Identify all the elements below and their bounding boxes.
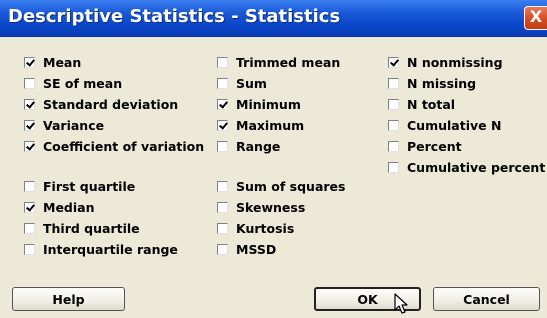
checkbox-label: Trimmed mean — [236, 54, 341, 70]
checkbox-box[interactable] — [217, 201, 228, 213]
mouse-pointer-icon — [394, 293, 408, 314]
checkbox-box[interactable] — [24, 56, 35, 68]
checkbox-box[interactable] — [217, 98, 228, 110]
checkbox-label: Range — [236, 138, 281, 154]
dialog-client-area: Mean SE of mean Standard deviation Varia… — [0, 37, 547, 318]
checkbox-label: Median — [43, 199, 95, 215]
close-button[interactable]: X — [524, 6, 547, 30]
checkbox-label: Sum — [236, 75, 267, 91]
checkbox-box[interactable] — [388, 98, 399, 110]
checkbox-range[interactable]: Range — [217, 138, 280, 154]
checkbox-label: N total — [407, 96, 456, 112]
cancel-button[interactable]: Cancel — [433, 287, 540, 311]
checkbox-se-of-mean[interactable]: SE of mean — [24, 75, 122, 91]
checkbox-mssd[interactable]: MSSD — [217, 241, 276, 257]
checkbox-box[interactable] — [388, 119, 399, 131]
checkbox-box[interactable] — [217, 222, 228, 234]
checkbox-maximum[interactable]: Maximum — [217, 117, 304, 133]
checkbox-coefficient-of-variation[interactable]: Coefficient of variation — [24, 138, 204, 154]
checkbox-mean[interactable]: Mean — [24, 54, 81, 70]
checkbox-label: Third quartile — [43, 220, 140, 236]
checkbox-n-total[interactable]: N total — [388, 96, 455, 112]
checkbox-box[interactable] — [388, 56, 399, 68]
checkbox-label: MSSD — [236, 241, 277, 257]
checkbox-box[interactable] — [24, 180, 35, 192]
checkbox-first-quartile[interactable]: First quartile — [24, 178, 135, 194]
checkbox-sum[interactable]: Sum — [217, 75, 267, 91]
checkbox-minimum[interactable]: Minimum — [217, 96, 301, 112]
title-bar[interactable]: Descriptive Statistics - Statistics X — [0, 0, 547, 37]
help-button[interactable]: Help — [12, 287, 125, 311]
checkbox-box[interactable] — [217, 119, 228, 131]
checkbox-box[interactable] — [24, 201, 35, 213]
checkbox-box[interactable] — [388, 140, 399, 152]
checkbox-box[interactable] — [217, 243, 228, 255]
checkbox-label: N missing — [407, 75, 477, 91]
checkbox-label: Standard deviation — [43, 96, 179, 112]
checkbox-box[interactable] — [24, 140, 35, 152]
checkbox-cumulative-n[interactable]: Cumulative N — [388, 117, 501, 133]
checkbox-box[interactable] — [24, 243, 35, 255]
checkbox-standard-deviation[interactable]: Standard deviation — [24, 96, 178, 112]
checkbox-label: Cumulative percent — [407, 159, 546, 175]
checkbox-label: Percent — [407, 138, 462, 154]
checkbox-variance[interactable]: Variance — [24, 117, 104, 133]
checkbox-label: Kurtosis — [236, 220, 295, 236]
checkbox-n-missing[interactable]: N missing — [388, 75, 476, 91]
checkbox-label: N nonmissing — [407, 54, 503, 70]
checkbox-kurtosis[interactable]: Kurtosis — [217, 220, 294, 236]
checkbox-label: SE of mean — [43, 75, 123, 91]
checkbox-sum-of-squares[interactable]: Sum of squares — [217, 178, 345, 194]
checkbox-median[interactable]: Median — [24, 199, 94, 215]
checkbox-label: Coefficient of variation — [43, 138, 205, 154]
checkbox-box[interactable] — [388, 77, 399, 89]
checkbox-box[interactable] — [388, 161, 399, 173]
checkbox-label: Sum of squares — [236, 178, 346, 194]
checkbox-label: Maximum — [236, 117, 305, 133]
checkbox-percent[interactable]: Percent — [388, 138, 462, 154]
checkbox-box[interactable] — [24, 77, 35, 89]
checkbox-interquartile-range[interactable]: Interquartile range — [24, 241, 178, 257]
checkbox-label: Mean — [43, 54, 82, 70]
checkbox-label: Minimum — [236, 96, 301, 112]
checkbox-box[interactable] — [217, 56, 228, 68]
checkbox-box[interactable] — [217, 140, 228, 152]
checkbox-box[interactable] — [24, 98, 35, 110]
checkbox-label: First quartile — [43, 178, 136, 194]
checkbox-n-nonmissing[interactable]: N nonmissing — [388, 54, 503, 70]
checkbox-box[interactable] — [217, 77, 228, 89]
checkbox-skewness[interactable]: Skewness — [217, 199, 305, 215]
checkbox-box[interactable] — [24, 119, 35, 131]
checkbox-label: Interquartile range — [43, 241, 178, 257]
checkbox-cumulative-percent[interactable]: Cumulative percent — [388, 159, 545, 175]
checkbox-label: Variance — [43, 117, 105, 133]
checkbox-label: Cumulative N — [407, 117, 502, 133]
checkbox-trimmed-mean[interactable]: Trimmed mean — [217, 54, 340, 70]
checkbox-label: Skewness — [236, 199, 306, 215]
checkbox-box[interactable] — [24, 222, 35, 234]
checkbox-box[interactable] — [217, 180, 228, 192]
window-title: Descriptive Statistics - Statistics — [8, 6, 341, 27]
checkbox-third-quartile[interactable]: Third quartile — [24, 220, 140, 236]
